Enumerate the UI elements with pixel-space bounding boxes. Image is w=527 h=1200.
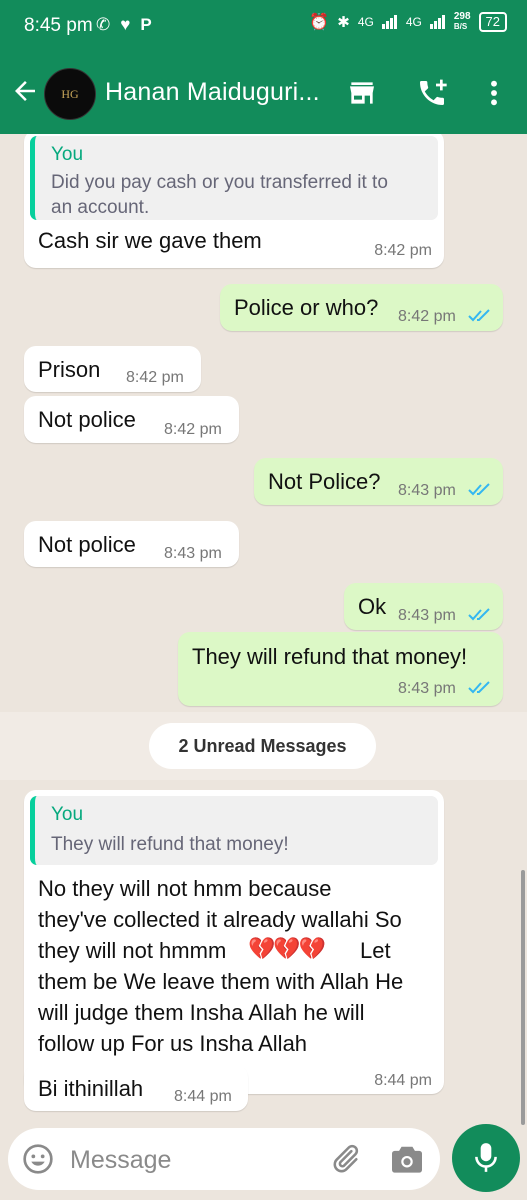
net-speed-unit: B/S bbox=[453, 22, 468, 31]
net-speed: 298 B/S bbox=[454, 12, 471, 32]
notification-icons: ✆ ♥ P bbox=[96, 15, 152, 35]
add-call-icon[interactable] bbox=[416, 77, 448, 109]
message-time: 8:42 pm bbox=[398, 308, 456, 325]
message-text: They will refund that money! bbox=[192, 644, 468, 669]
broken-heart-icon: 💔 bbox=[248, 936, 275, 961]
message-bubble-outgoing[interactable]: They will refund that money! 8:43 pm bbox=[178, 632, 503, 706]
avatar-monogram: HG bbox=[61, 87, 79, 101]
signal-2-icon bbox=[429, 15, 445, 29]
heart-notification-icon: ♥ bbox=[120, 15, 131, 34]
message-text-line: they've collected it already wallahi So bbox=[38, 907, 402, 932]
chat-area[interactable]: You Did you pay cash or you transferred … bbox=[0, 134, 527, 1126]
message-text: Police or who? bbox=[234, 295, 379, 320]
broken-heart-icon: 💔 bbox=[298, 936, 326, 961]
message-time: 8:42 pm bbox=[374, 242, 432, 259]
avatar[interactable]: HG bbox=[44, 68, 96, 120]
message-bubble-incoming[interactable]: Bi ithinillah 8:44 pm bbox=[24, 1065, 248, 1111]
message-text: Cash sir we gave them bbox=[38, 228, 262, 253]
quoted-text-line: They will refund that money! bbox=[51, 834, 289, 855]
message-time: 8:42 pm bbox=[164, 421, 222, 438]
message-bubble-outgoing[interactable]: Not Police? 8:43 pm bbox=[254, 458, 503, 505]
contact-name[interactable]: Hanan Maiduguri... bbox=[105, 78, 320, 107]
message-text: Not police bbox=[38, 407, 136, 432]
attach-icon[interactable] bbox=[328, 1142, 362, 1176]
message-text-line: Let bbox=[360, 938, 391, 963]
network-1-label: 4G bbox=[357, 15, 374, 29]
network-2-label: 4G bbox=[405, 15, 422, 29]
bluetooth-icon: ✱ bbox=[337, 14, 350, 31]
message-time: 8:43 pm bbox=[398, 482, 456, 499]
message-time: 8:44 pm bbox=[174, 1088, 232, 1105]
message-text-line: will judge them Insha Allah he will bbox=[38, 1000, 365, 1025]
scrollbar[interactable] bbox=[521, 870, 525, 1125]
status-time: 8:45 pm bbox=[24, 15, 93, 36]
signal-1-icon bbox=[381, 15, 397, 29]
store-icon[interactable] bbox=[346, 77, 378, 109]
read-ticks-icon bbox=[468, 608, 490, 621]
quoted-message[interactable]: You They will refund that money! bbox=[30, 796, 438, 865]
message-text: Bi ithinillah bbox=[38, 1076, 144, 1101]
message-text: Ok bbox=[358, 594, 387, 619]
message-text-line: follow up For us Insha Allah bbox=[38, 1031, 308, 1056]
net-speed-value: 298 bbox=[453, 11, 471, 22]
message-bubble-incoming[interactable]: Not police 8:42 pm bbox=[24, 396, 239, 443]
system-icons: ⏰ ✱ 4G 4G 298 B/S 72 bbox=[309, 12, 507, 32]
message-time: 8:42 pm bbox=[126, 369, 184, 386]
message-bubble-incoming[interactable]: Not police 8:43 pm bbox=[24, 521, 239, 567]
quoted-sender: You bbox=[51, 144, 84, 165]
message-time: 8:43 pm bbox=[398, 607, 456, 624]
broken-heart-icon: 💔 bbox=[273, 936, 300, 961]
message-bubble-incoming[interactable]: You They will refund that money! No they… bbox=[24, 790, 444, 1094]
broken-heart-emojis: 💔💔💔 bbox=[248, 936, 326, 962]
p-notification-icon: P bbox=[140, 15, 152, 34]
quoted-message[interactable]: You Did you pay cash or you transferred … bbox=[30, 136, 438, 220]
message-text-line: they will not hmmm bbox=[38, 938, 227, 963]
unread-messages-badge: 2 Unread Messages bbox=[149, 723, 376, 769]
message-input[interactable] bbox=[68, 1140, 312, 1180]
emoji-icon[interactable] bbox=[22, 1143, 54, 1175]
mic-icon bbox=[475, 1143, 497, 1172]
back-arrow-icon[interactable] bbox=[10, 76, 40, 106]
message-bubble-outgoing[interactable]: Police or who? 8:42 pm bbox=[220, 284, 503, 331]
quoted-text-line: Did you pay cash or you transferred it t… bbox=[51, 172, 388, 193]
mic-button[interactable] bbox=[452, 1124, 520, 1192]
quoted-text-line: an account. bbox=[51, 197, 150, 218]
message-time: 8:43 pm bbox=[398, 680, 456, 697]
message-text-line: them be We leave them with Allah He bbox=[38, 969, 404, 994]
whatsapp-notification-icon: ✆ bbox=[96, 15, 111, 34]
message-time: 8:43 pm bbox=[164, 545, 222, 562]
message-text: Not Police? bbox=[268, 469, 381, 494]
message-text: Not police bbox=[38, 532, 136, 557]
read-ticks-icon bbox=[468, 483, 490, 496]
status-bar: 8:45 pm ✆ ♥ P ⏰ ✱ 4G 4G 298 B/S 72 bbox=[0, 0, 527, 52]
message-bubble-incoming[interactable]: You Did you pay cash or you transferred … bbox=[24, 134, 444, 268]
more-vert-icon[interactable] bbox=[478, 77, 510, 109]
message-time: 8:44 pm bbox=[374, 1072, 432, 1089]
read-ticks-icon bbox=[468, 309, 490, 322]
chat-header: HG Hanan Maiduguri... bbox=[0, 52, 527, 134]
alarm-icon: ⏰ bbox=[309, 14, 330, 31]
battery-indicator: 72 bbox=[478, 12, 507, 32]
message-text: Prison bbox=[38, 357, 101, 382]
message-text-line: No they will not hmm because bbox=[38, 876, 332, 901]
message-bubble-outgoing[interactable]: Ok 8:43 pm bbox=[344, 583, 503, 630]
quoted-sender: You bbox=[51, 804, 84, 825]
camera-icon[interactable] bbox=[390, 1144, 424, 1174]
read-ticks-icon bbox=[468, 681, 490, 694]
message-composer bbox=[8, 1128, 440, 1190]
message-bubble-incoming[interactable]: Prison 8:42 pm bbox=[24, 346, 201, 392]
